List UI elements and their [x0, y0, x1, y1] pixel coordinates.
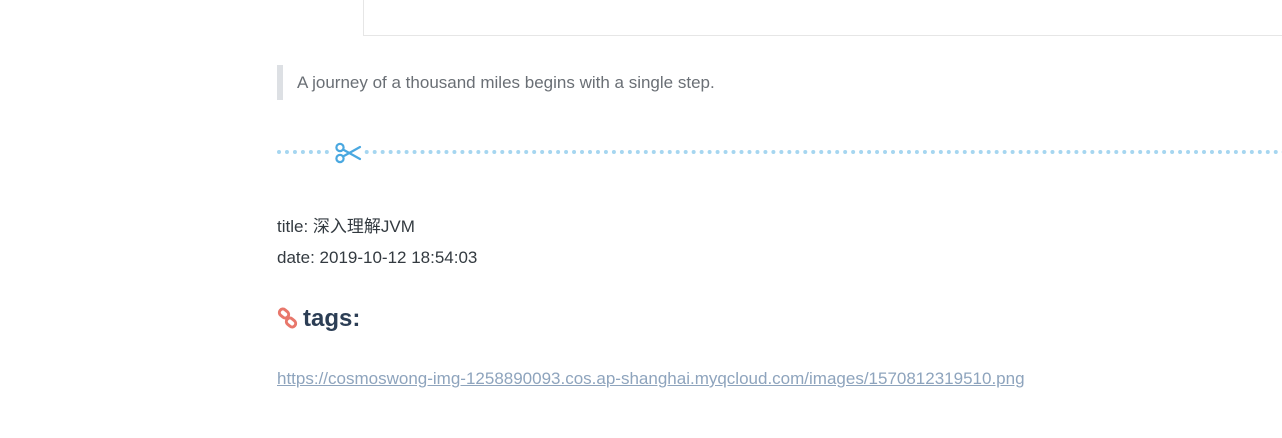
- code-block-bottom: [363, 0, 1282, 36]
- post-content: A journey of a thousand miles begins wit…: [0, 0, 1282, 438]
- quote-text: A journey of a thousand miles begins wit…: [297, 72, 715, 92]
- scissors-icon: [333, 140, 363, 166]
- tags-heading-label: tags:: [303, 305, 361, 332]
- blockquote: A journey of a thousand miles begins wit…: [277, 65, 1257, 100]
- tags-heading: tags:: [277, 305, 360, 333]
- post-date-line: date: 2019-10-12 18:54:03: [277, 248, 478, 267]
- post-title-line: title: 深入理解JVM: [277, 217, 415, 236]
- image-url-link[interactable]: https://cosmoswong-img-1258890093.cos.ap…: [277, 369, 1025, 389]
- dotted-divider: [277, 150, 1282, 154]
- link-icon[interactable]: [277, 307, 299, 331]
